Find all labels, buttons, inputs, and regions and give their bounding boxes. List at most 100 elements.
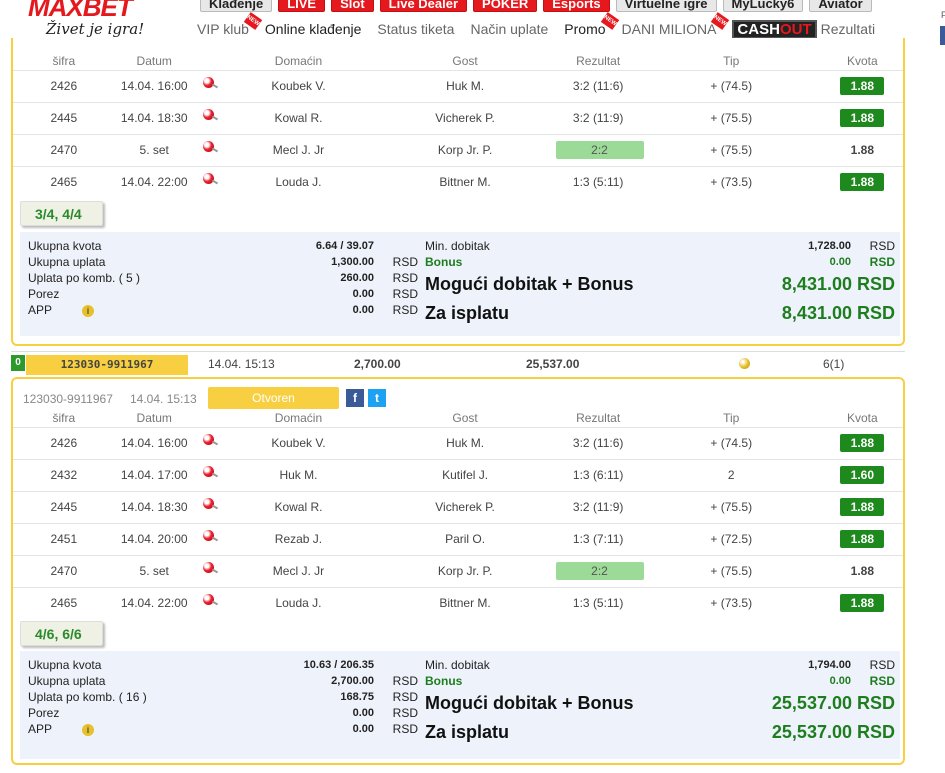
bet-result: 1:3 (6:11) (572, 468, 624, 482)
ticket-1-bets-table: šifra Datum Domaćin Gost Rezultat Tip Kvota 24… (13, 52, 903, 198)
info-icon[interactable]: i (82, 724, 95, 736)
total-stake-value: 2,700.00 (331, 675, 374, 687)
sport-cell (193, 69, 223, 102)
bet-date: 14.04. 20:00 (114, 522, 194, 555)
total-stake-label: Ukupna uplata (28, 674, 294, 688)
app-label: APP i (28, 722, 294, 736)
ticket-event-count: 6(1) (823, 357, 845, 371)
bet-code: 2465 (13, 586, 115, 619)
total-odds-value: 6.64 / 39.07 (315, 240, 374, 252)
nav-ticket-status[interactable]: Status tiketa (377, 21, 461, 37)
stake-per-combination-label: Uplata po komb. ( 5 ) (28, 271, 294, 285)
table-tennis-icon (202, 141, 214, 152)
cashout-word-b: OUT (779, 20, 812, 38)
ticket-1: šifra Datum Domaćin Gost Rezultat Tip Kvota 24… (11, 38, 905, 346)
bet-result: 3:2 (11:9) (572, 111, 624, 125)
payout-row: Za isplatu 25,537.00 RSD (425, 718, 895, 747)
status-dot-icon (739, 358, 750, 369)
bet-row: 2465 14.04. 22:00 Louda J. Bittner M. 1:3 (5… (13, 165, 903, 198)
facebook-edge-icon[interactable] (940, 26, 945, 45)
nav-results[interactable]: Rezultati (821, 21, 882, 37)
info-icon[interactable]: i (82, 305, 95, 317)
tax-label-text: Porez (28, 706, 60, 720)
table-tennis-icon (202, 434, 214, 445)
menu-poker[interactable]: POKER (473, 0, 538, 12)
min-win-label: Min. dobitak (425, 658, 490, 672)
bet-row: 2465 14.04. 22:00 Louda J. Bittner M. 1:3 (5… (13, 586, 903, 619)
bet-code: 2426 (13, 69, 115, 102)
ticket-2-id: 123030-9911967 (23, 392, 113, 406)
nav-dani-miliona[interactable]: DANI MILIONA NEW (622, 12, 730, 37)
bet-row: 2426 14.04. 16:00 Koubek V. Huk M. 3:2 (11:6… (13, 426, 903, 459)
facebook-share-icon[interactable]: f (346, 389, 364, 407)
bet-tip: + (75.5) (640, 490, 822, 523)
bonus-currency: RSD (869, 674, 895, 688)
sub-menu: VIP klub NEW Online klađenje Status tiket… (197, 12, 891, 39)
bet-result: 1:3 (5:11) (572, 596, 624, 611)
ticket-2-bets-table: šifra Datum Domaćin Gost Rezultat Tip Kvota 24… (13, 409, 903, 619)
column-header: Tip (723, 410, 740, 425)
column-header: Domaćin (274, 410, 323, 425)
possible-win-value: 8,431.00 RSD (781, 274, 895, 294)
menu-live-dealer[interactable]: Live Dealer (379, 0, 468, 12)
summary-right: Min. dobitak 1,728.00 RSD Bonus 0.00 RSD Moguć… (425, 238, 895, 328)
payout-row: Za isplatu 8,431.00 RSD (425, 299, 895, 328)
summary-row-min-win: Min. dobitak 1,794.00 RSD (425, 657, 895, 673)
ticket-id[interactable]: 123030-9911967 (26, 355, 188, 375)
total-stake-label-text: Ukupna uplata (28, 674, 106, 688)
ticket-datetime: 14.04. 15:13 (208, 357, 275, 371)
tax-currency: RSD (392, 706, 418, 720)
cashout-word-a: CASH (737, 20, 780, 38)
app-label-text: APP (28, 722, 53, 736)
summary-row-bonus: Bonus 0.00 RSD (425, 673, 895, 689)
bonus-label: Bonus (425, 255, 463, 269)
app-value: 0.00 (352, 723, 374, 735)
bet-away: Bittner M. (374, 586, 556, 619)
menu-esports[interactable]: Esports (543, 0, 610, 12)
min-win-label: Min. dobitak (425, 239, 490, 253)
sport-cell (193, 458, 223, 491)
nav-online-betting[interactable]: Online klađenje (265, 21, 369, 37)
bet-result: 1:3 (5:11) (572, 175, 624, 190)
tax-value: 0.00 (352, 707, 374, 719)
table-tennis-icon (202, 173, 214, 185)
menu-slot[interactable]: Slot (331, 0, 374, 12)
nav-vip-club[interactable]: VIP klub NEW (197, 12, 263, 37)
total-odds-label-text: Ukupna kvota (28, 239, 102, 253)
sport-cell (193, 554, 223, 587)
column-header: Kvota (846, 410, 878, 425)
app-label: APP i (28, 303, 294, 317)
column-header: Rezultat (576, 53, 621, 68)
bet-home: Huk M. (222, 458, 375, 491)
bet-row: 2445 14.04. 18:30 Kowal R. Vicherek P. 3:2 (… (13, 101, 903, 134)
table-tennis-icon (202, 109, 214, 120)
twitter-share-icon[interactable]: t (368, 389, 386, 407)
summary-row-app: APP i 0.00 RSD (28, 302, 418, 318)
ticket-count-badge: 0 (11, 355, 25, 371)
ticket-list-row[interactable]: 0 123030-9911967 14.04. 15:13 2,700.00 2… (11, 351, 905, 375)
nav-payment-method[interactable]: Način uplate (470, 21, 555, 37)
summary-row-tax: Porez 0.00 RSD (28, 286, 418, 302)
bet-odd: 1.88 (840, 498, 885, 516)
bet-date: 14.04. 16:00 (114, 69, 194, 102)
bet-odd: 1.88 (840, 109, 885, 127)
nav-promo[interactable]: Promo NEW (564, 12, 619, 37)
cashout-logo[interactable]: CASHOUT (732, 19, 817, 39)
total-stake-currency: RSD (392, 255, 418, 269)
min-win-currency: RSD (869, 658, 895, 672)
bet-home: Mecl J. Jr (222, 554, 375, 587)
bet-tip: + (75.5) (640, 554, 822, 587)
menu-kla-enje[interactable]: Klađenje (200, 0, 273, 12)
menu-aviator[interactable]: Aviator (809, 0, 872, 12)
menu-virtuelne-igre[interactable]: Virtuelne igre (615, 0, 717, 12)
menu-live[interactable]: LIVE (278, 0, 326, 12)
total-odds-value: 10.63 / 206.35 (303, 659, 374, 671)
payout-value: 25,537.00 RSD (771, 722, 895, 742)
table-tennis-icon (202, 498, 214, 509)
bet-result-cell: 1:3 (5:11) (555, 586, 641, 619)
menu-mylucky6[interactable]: MyLucky6 (722, 0, 804, 12)
tax-currency: RSD (392, 287, 418, 301)
ticket-1-summary: Ukupna kvota 6.64 / 39.07 Ukupna uplata 1,3… (20, 232, 900, 336)
bet-home: Rezab J. (222, 522, 375, 555)
sport-cell (193, 490, 223, 523)
